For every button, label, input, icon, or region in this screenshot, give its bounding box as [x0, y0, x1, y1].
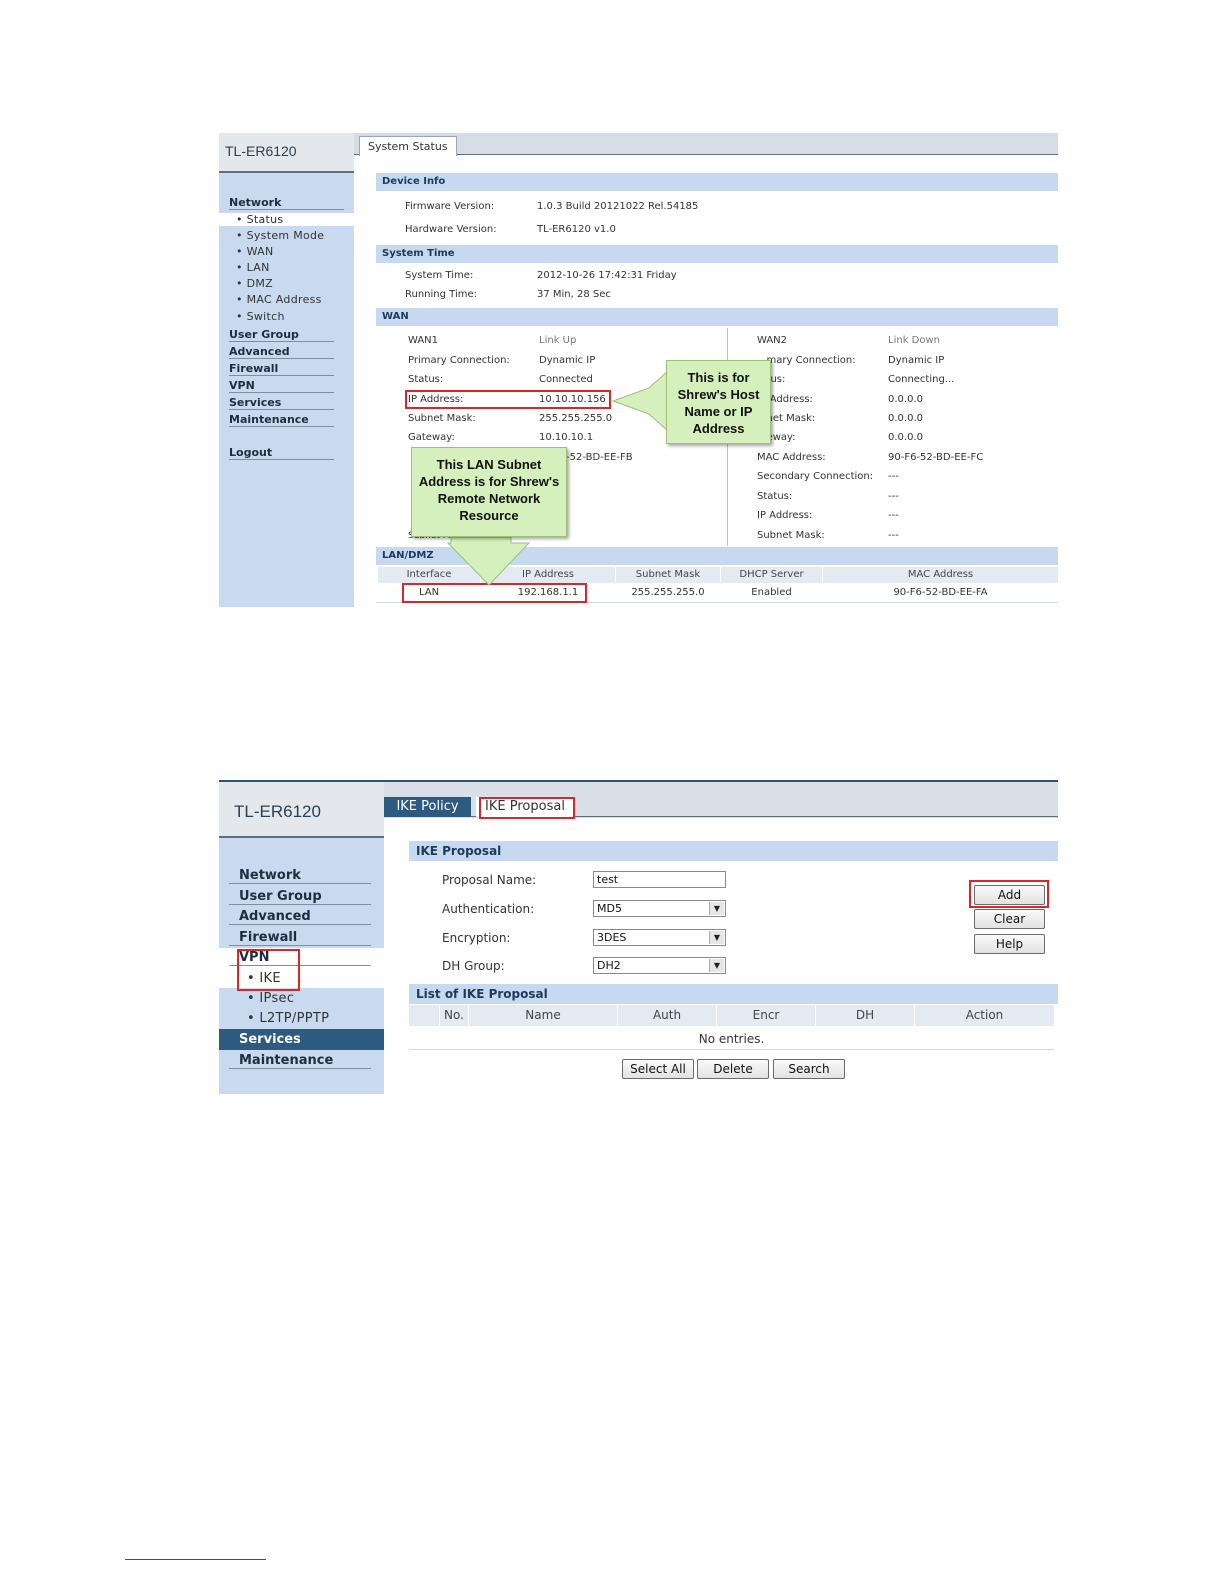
col-action: Action — [915, 1005, 1054, 1026]
delete-button[interactable]: Delete — [697, 1059, 769, 1079]
proposal-name-input[interactable]: test — [593, 871, 726, 888]
encryption-select[interactable]: 3DES ▼ — [593, 929, 726, 946]
ike-sidebar-subitem-ipsec[interactable]: • IPsec — [247, 991, 294, 1006]
chevron-down-icon: ▼ — [709, 959, 724, 972]
dh-group-label: DH Group: — [442, 959, 505, 973]
col-checkbox — [409, 1005, 439, 1026]
ike-sidebar-item-firewall[interactable]: Firewall — [229, 930, 371, 946]
lan-callout-arrow — [446, 536, 531, 586]
chevron-down-icon: ▼ — [709, 931, 724, 944]
encryption-label: Encryption: — [442, 931, 511, 945]
ike-sidebar: TL-ER6120 Network User Group Advanced Fi… — [219, 782, 384, 1094]
ike-sidebar-subitem-l2tp-pptp[interactable]: • L2TP/PPTP — [247, 1011, 329, 1026]
add-button-highlight — [969, 880, 1049, 908]
section-ike-proposal: IKE Proposal — [409, 841, 1058, 861]
authentication-select[interactable]: MD5 ▼ — [593, 900, 726, 917]
ike-screenshot: TL-ER6120 Network User Group Advanced Fi… — [219, 780, 1058, 1094]
col-no: No. — [440, 1005, 468, 1026]
chevron-down-icon: ▼ — [709, 902, 724, 915]
footnote-separator — [125, 1559, 266, 1560]
col-name: Name — [469, 1005, 617, 1026]
proposal-name-label: Proposal Name: — [442, 873, 537, 887]
dh-group-select[interactable]: DH2 ▼ — [593, 957, 726, 974]
col-encr: Encr — [717, 1005, 815, 1026]
lan-subnet-callout: This LAN Subnet Address is for Shrew's R… — [411, 447, 567, 537]
clear-button[interactable]: Clear — [974, 909, 1045, 929]
list-empty-message: No entries. — [409, 1029, 1054, 1050]
vpn-ike-highlight — [237, 949, 300, 991]
col-dh: DH — [816, 1005, 914, 1026]
tab-ike-proposal-highlight — [479, 797, 575, 819]
ike-sidebar-item-maintenance[interactable]: Maintenance — [229, 1053, 371, 1069]
ike-sidebar-item-user-group[interactable]: User Group — [229, 889, 371, 905]
ike-sidebar-item-network[interactable]: Network — [229, 868, 371, 884]
host-callout: This is for Shrew's Host Name or IP Addr… — [666, 360, 771, 444]
host-callout-arrow — [611, 369, 669, 433]
ike-logo: TL-ER6120 — [219, 782, 384, 836]
search-button[interactable]: Search — [773, 1059, 845, 1079]
status-screenshot: TL-ER6120 Network • Status • System Mode… — [219, 133, 1058, 607]
select-all-button[interactable]: Select All — [622, 1059, 694, 1079]
col-auth: Auth — [618, 1005, 716, 1026]
callout-arrows — [446, 369, 669, 586]
ike-logo-text: TL-ER6120 — [234, 802, 321, 821]
ike-sidebar-item-services[interactable]: Services — [219, 1029, 384, 1050]
section-ike-list: List of IKE Proposal — [409, 984, 1058, 1004]
authentication-label: Authentication: — [442, 902, 535, 916]
help-button[interactable]: Help — [974, 934, 1045, 954]
tab-ike-policy[interactable]: IKE Policy — [384, 797, 471, 817]
ike-sidebar-item-advanced[interactable]: Advanced — [229, 909, 371, 925]
